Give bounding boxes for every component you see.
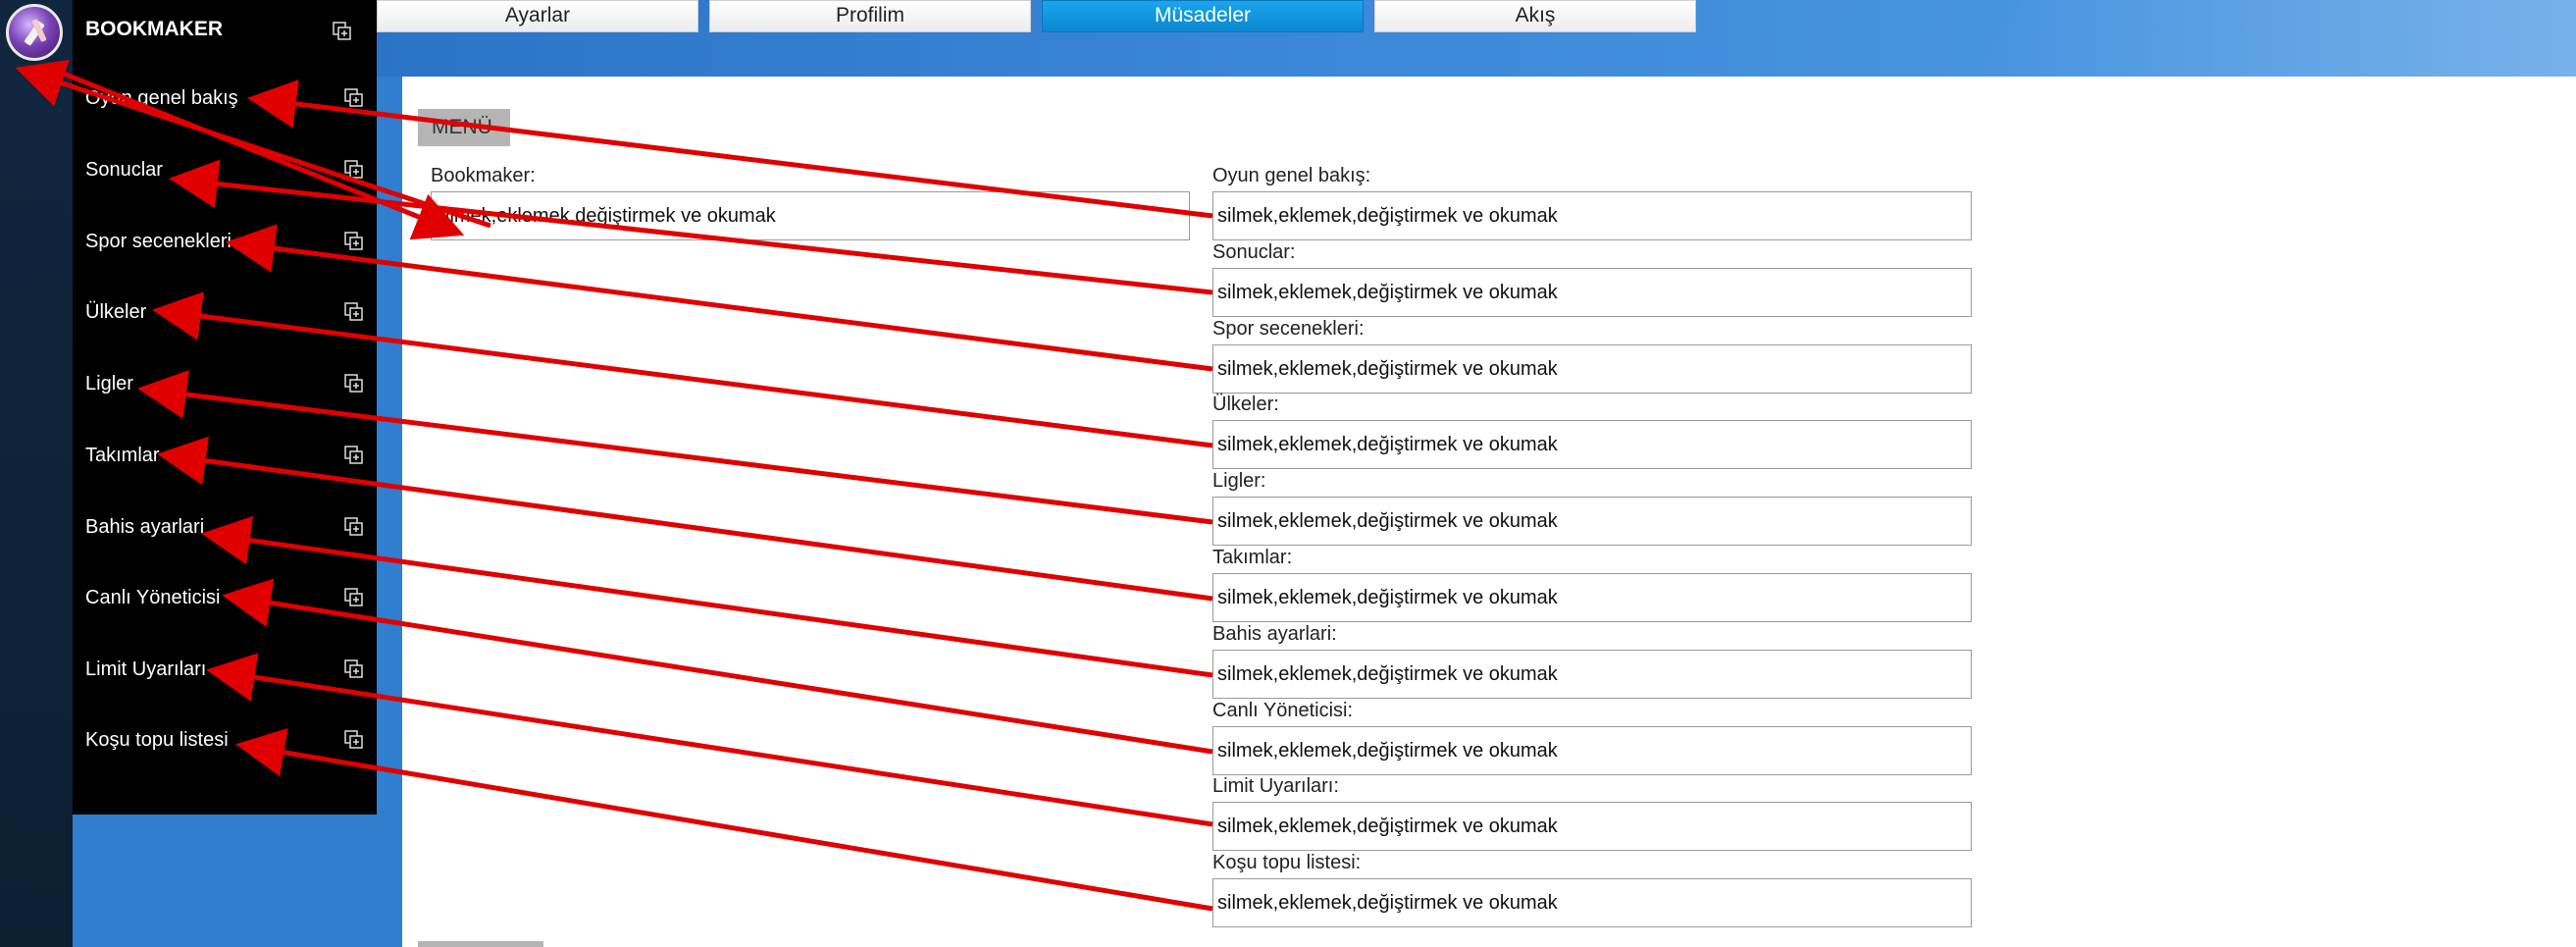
field-label: Sonuclar:: [1212, 241, 1296, 263]
sidebar-item-label: Ligler: [85, 373, 133, 395]
field-label: Limit Uyarıları:: [1212, 775, 1339, 797]
sidebar-item-spor-secenekleri[interactable]: Spor secenekleri: [85, 229, 370, 268]
copy-add-icon[interactable]: [333, 22, 352, 41]
sidebar-item-label: Bahis ayarlari: [85, 516, 205, 538]
copy-add-icon[interactable]: [344, 588, 364, 607]
sidebar-item-takimlar[interactable]: Takımlar: [85, 443, 370, 482]
bottom-button-partial[interactable]: [418, 941, 543, 947]
permission-field[interactable]: silmek,eklemek,değiştirmek ve okumak: [1212, 344, 1972, 394]
tab-ayarlar[interactable]: Ayarlar: [377, 0, 698, 32]
copy-add-icon[interactable]: [344, 446, 364, 465]
sidebar-item-label: Koşu topu listesi: [85, 729, 229, 751]
field-label: Bahis ayarlari:: [1212, 623, 1337, 645]
copy-add-icon[interactable]: [344, 88, 364, 108]
sidebar-item-sonuclar[interactable]: Sonuclar: [85, 157, 370, 196]
tab-profilim[interactable]: Profilim: [709, 0, 1031, 32]
copy-add-icon[interactable]: [344, 374, 364, 394]
field-label: Takımlar:: [1212, 547, 1293, 568]
left-rail: [0, 0, 73, 947]
copy-add-icon[interactable]: [344, 517, 364, 537]
sidebar-item-ulkeler[interactable]: Ülkeler: [85, 299, 370, 339]
permission-field[interactable]: silmek,eklemek,değiştirmek ve okumak: [1212, 878, 1972, 927]
brand-title: BOOKMAKER: [85, 18, 223, 40]
permission-field[interactable]: silmek,eklemek,değiştirmek ve okumak: [1212, 191, 1972, 240]
sidebar-item-limit-uyarilari[interactable]: Limit Uyarıları: [85, 657, 370, 696]
tab-musadeler[interactable]: Müsadeler: [1042, 0, 1364, 32]
field-label: Canlı Yöneticisi:: [1212, 700, 1354, 721]
copy-add-icon[interactable]: [344, 730, 364, 750]
field-label: Oyun genel bakış:: [1212, 165, 1371, 186]
permission-field[interactable]: silmek,eklemek,değiştirmek ve okumak: [1212, 726, 1972, 775]
copy-add-icon[interactable]: [344, 659, 364, 679]
permission-field[interactable]: silmek,eklemek,değiştirmek ve okumak: [1212, 802, 1972, 851]
permission-field[interactable]: silmek,eklemek,değiştirmek ve okumak: [1212, 268, 1972, 317]
menu-button[interactable]: MENÜ: [418, 109, 510, 146]
copy-add-icon[interactable]: [344, 302, 364, 322]
sidebar-item-ligler[interactable]: Ligler: [85, 371, 370, 410]
bookmaker-field[interactable]: silmek,eklemek,değiştirmek ve okumak: [431, 191, 1190, 240]
field-label: Koşu topu listesi:: [1212, 852, 1362, 873]
sidebar-item-kosu-topu-listesi[interactable]: Koşu topu listesi: [85, 727, 370, 766]
permissions-panel: MENÜ Bookmaker: silmek,eklemek,değiştirm…: [402, 77, 2576, 947]
app-logo-icon[interactable]: [6, 4, 63, 61]
field-label: Spor secenekleri:: [1212, 318, 1365, 340]
sidebar-item-label: Sonuclar: [85, 159, 163, 181]
permission-field[interactable]: silmek,eklemek,değiştirmek ve okumak: [1212, 573, 1972, 622]
sidebar-item-label: Canlı Yöneticisi: [85, 587, 221, 608]
permission-field[interactable]: silmek,eklemek,değiştirmek ve okumak: [1212, 650, 1972, 699]
sidebar-item-label: Ülkeler: [85, 301, 147, 323]
sidebar: BOOKMAKER Oyun genel bakış Sonuclar Spor…: [73, 0, 377, 815]
permission-field[interactable]: silmek,eklemek,değiştirmek ve okumak: [1212, 497, 1972, 546]
sidebar-item-label: Takımlar: [85, 445, 160, 466]
copy-add-icon[interactable]: [344, 160, 364, 180]
bookmaker-label: Bookmaker:: [431, 165, 536, 186]
sidebar-item-canli-yoneticisi[interactable]: Canlı Yöneticisi: [85, 585, 370, 624]
tab-akis[interactable]: Akış: [1374, 0, 1696, 32]
sidebar-item-bahis-ayarlari[interactable]: Bahis ayarlari: [85, 514, 370, 553]
field-label: Ligler:: [1212, 470, 1266, 492]
sidebar-item-label: Spor secenekleri: [85, 231, 232, 252]
field-label: Ülkeler:: [1212, 394, 1279, 415]
sidebar-item-label: Limit Uyarıları: [85, 658, 207, 680]
permission-field[interactable]: silmek,eklemek,değiştirmek ve okumak: [1212, 420, 1972, 469]
copy-add-icon[interactable]: [344, 232, 364, 251]
sidebar-item-oyun-genel-bakis[interactable]: Oyun genel bakış: [85, 85, 370, 125]
sidebar-item-label: Oyun genel bakış: [85, 87, 238, 109]
